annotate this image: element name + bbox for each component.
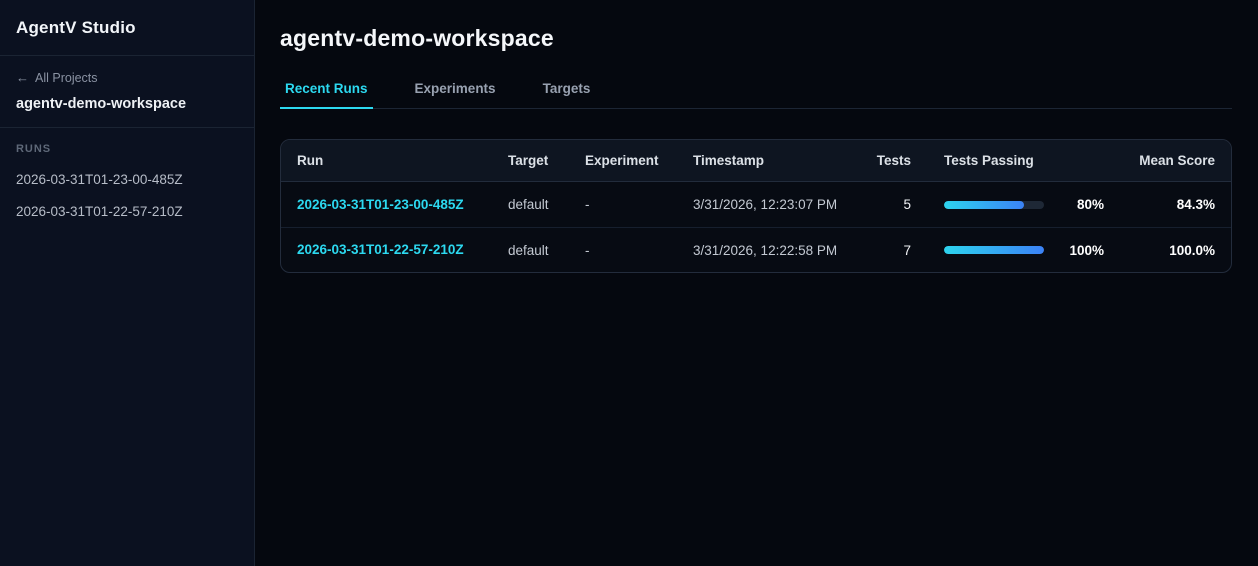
table-row: 2026-03-31T01-23-00-485Z default - 3/31/… <box>281 182 1231 227</box>
tab-experiments[interactable]: Experiments <box>410 79 501 109</box>
timestamp-cell: 3/31/2026, 12:22:58 PM <box>693 242 838 258</box>
target-cell: default <box>508 197 549 212</box>
timestamp-cell: 3/31/2026, 12:23:07 PM <box>693 197 838 212</box>
column-header-tests-passing: Tests Passing <box>944 153 1034 168</box>
tests-count-cell: 5 <box>903 197 911 212</box>
table-header-row: Run Target Experiment Timestamp Tests Te… <box>281 140 1231 182</box>
main-content: agentv-demo-workspace Recent Runs Experi… <box>255 0 1258 566</box>
column-header-tests: Tests <box>876 153 911 168</box>
tab-targets[interactable]: Targets <box>538 79 596 109</box>
column-header-target: Target <box>508 153 549 168</box>
tests-passing-cell: 80% <box>911 197 1104 212</box>
column-header-experiment: Experiment <box>585 153 659 168</box>
sidebar-header: AgentV Studio <box>0 0 254 56</box>
column-header-run: Run <box>297 153 324 168</box>
sidebar-runs-section: RUNS 2026-03-31T01-23-00-485Z 2026-03-31… <box>0 128 254 234</box>
sidebar-run-item[interactable]: 2026-03-31T01-22-57-210Z <box>16 204 238 219</box>
progress-bar-track <box>944 200 1044 209</box>
table-row: 2026-03-31T01-22-57-210Z default - 3/31/… <box>281 227 1231 272</box>
sidebar: AgentV Studio ← All Projects agentv-demo… <box>0 0 255 566</box>
app-title: AgentV Studio <box>16 18 136 37</box>
sidebar-run-item[interactable]: 2026-03-31T01-23-00-485Z <box>16 172 238 187</box>
run-link[interactable]: 2026-03-31T01-23-00-485Z <box>297 197 464 212</box>
progress-bar-fill <box>944 200 1024 209</box>
page-title: agentv-demo-workspace <box>280 25 554 51</box>
sidebar-workspace-name: agentv-demo-workspace <box>16 96 187 112</box>
tab-recent-runs[interactable]: Recent Runs <box>280 79 373 109</box>
column-header-mean-score: Mean Score <box>1139 153 1215 168</box>
target-cell: default <box>508 242 549 258</box>
all-projects-link[interactable]: ← All Projects <box>16 70 98 85</box>
tab-bar: Recent Runs Experiments Targets <box>280 79 1232 109</box>
experiment-cell: - <box>585 242 590 258</box>
back-arrow-icon: ← <box>16 70 29 85</box>
mean-score-cell: 100.0% <box>1169 242 1215 258</box>
mean-score-cell: 84.3% <box>1176 197 1215 212</box>
column-header-timestamp: Timestamp <box>693 153 765 168</box>
run-link[interactable]: 2026-03-31T01-22-57-210Z <box>297 242 464 257</box>
tests-count-cell: 7 <box>903 242 911 258</box>
all-projects-label: All Projects <box>35 70 98 85</box>
tests-passing-percent: 100% <box>1069 242 1104 258</box>
progress-bar-fill <box>944 246 1044 254</box>
tests-passing-cell: 100% <box>911 243 1104 258</box>
progress-bar-track <box>944 246 1044 254</box>
runs-section-label: RUNS <box>16 143 52 155</box>
experiment-cell: - <box>585 197 590 212</box>
sidebar-project-section: ← All Projects agentv-demo-workspace <box>0 56 254 128</box>
runs-table: Run Target Experiment Timestamp Tests Te… <box>280 139 1232 273</box>
app-window: AgentV Studio ← All Projects agentv-demo… <box>0 0 1258 566</box>
tests-passing-percent: 80% <box>1076 197 1104 212</box>
